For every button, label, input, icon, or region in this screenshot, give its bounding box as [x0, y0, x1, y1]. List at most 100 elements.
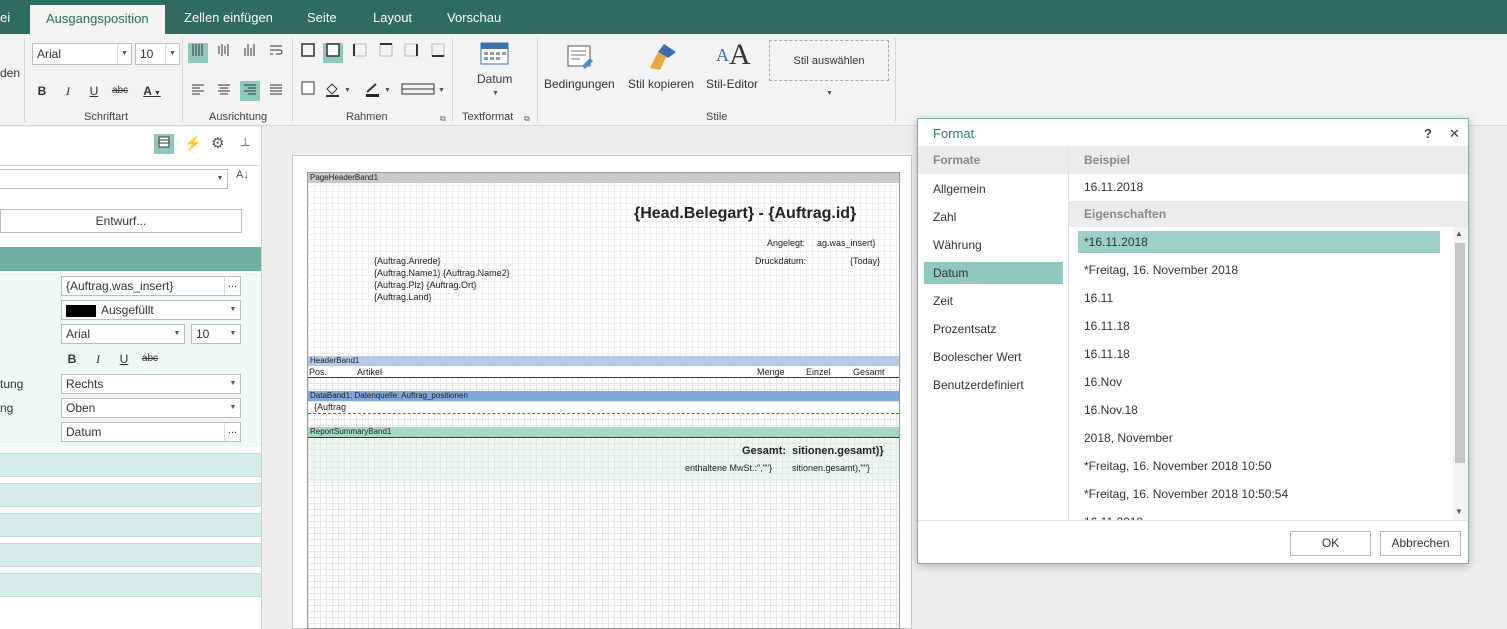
tab-datei[interactable]: ei	[0, 0, 10, 34]
tab-ausgangsposition[interactable]: Ausgangsposition	[30, 5, 165, 34]
v-align-combo[interactable]: Oben ▼	[61, 398, 241, 418]
border-all-icon[interactable]	[298, 43, 318, 63]
chevron-down-icon[interactable]: ▼	[826, 90, 833, 97]
style-editor-icon[interactable]: AA	[716, 40, 751, 70]
report-summary-band[interactable]: ReportSummaryBand1	[308, 427, 899, 437]
summary-vat-label[interactable]: enthaltene MwSt.:",""}	[685, 462, 772, 474]
format-category-zahl[interactable]: Zahl	[924, 206, 1063, 228]
font-size-field[interactable]: 10 ▼	[191, 324, 241, 344]
property-category-bar[interactable]	[0, 513, 261, 537]
strike-toggle[interactable]: abc	[140, 349, 160, 369]
conditions-icon[interactable]	[566, 44, 596, 75]
help-icon[interactable]: ?	[1424, 126, 1432, 141]
date-format-option[interactable]: 16.11.18	[1078, 315, 1440, 337]
bold-toggle[interactable]: B	[62, 349, 82, 369]
align-right-icon[interactable]	[240, 81, 260, 101]
stil-editor-button[interactable]: Stil-Editor	[706, 77, 758, 91]
summary-vat-expression[interactable]: sitionen.gesamt),""}	[792, 462, 870, 474]
ok-button[interactable]: OK	[1290, 531, 1371, 556]
summary-total-label[interactable]: Gesamt:	[742, 445, 786, 457]
font-size-combo[interactable]: 10 ▼	[135, 43, 180, 65]
date-format-option[interactable]: *Freitag, 16. November 2018 10:50	[1078, 455, 1440, 477]
format-category-allgemein[interactable]: Allgemein	[924, 178, 1063, 200]
fill-color-icon[interactable]: ▼	[322, 81, 354, 101]
font-color-button[interactable]: A ▼	[138, 81, 166, 101]
ellipsis-button[interactable]: ...	[224, 277, 240, 295]
strikethrough-button[interactable]: abc	[110, 81, 130, 101]
font-name-field[interactable]: Arial ▼	[61, 324, 185, 344]
format-category-boolescher-wert[interactable]: Boolescher Wert	[924, 346, 1063, 368]
date-format-option[interactable]: 16.Nov.18	[1078, 399, 1440, 421]
border-top-icon[interactable]	[376, 43, 396, 63]
border-bottom-icon[interactable]	[428, 43, 448, 63]
summary-total-expression[interactable]: sitionen.gesamt)}	[792, 445, 884, 457]
pin-icon[interactable]: ⊥	[240, 135, 250, 149]
italic-button[interactable]: I	[58, 81, 78, 101]
border-color-icon[interactable]: ▼	[362, 81, 394, 101]
header-col-pos[interactable]: Pos.	[309, 366, 327, 378]
object-selector-combo[interactable]: ▼	[0, 169, 228, 189]
align-left-icon[interactable]	[188, 81, 208, 101]
textformat-datum-label[interactable]: Datum	[477, 72, 512, 86]
text-wrap-icon[interactable]	[266, 43, 286, 63]
address-line[interactable]: {Auftrag.Anrede}	[374, 255, 441, 267]
angelegt-expression[interactable]: ag.was_insert}	[817, 237, 876, 249]
tab-vorschau[interactable]: Vorschau	[447, 0, 501, 34]
date-format-option[interactable]: 16.11	[1078, 287, 1440, 309]
chevron-down-icon[interactable]: ▼	[1455, 507, 1463, 516]
align-center-icon[interactable]	[214, 81, 234, 101]
stil-kopieren-button[interactable]: Stil kopieren	[628, 77, 694, 91]
border-outer-icon[interactable]	[323, 43, 343, 63]
date-format-option[interactable]: 16.11.18	[1078, 343, 1440, 365]
format-category-waehrung[interactable]: Währung	[924, 234, 1063, 256]
data-band[interactable]: DataBand1; Datenquelle: Auftrag_position…	[308, 391, 899, 401]
align-justify-v-icon[interactable]	[188, 43, 208, 63]
entwurf-button[interactable]: Entwurf...	[0, 209, 242, 233]
gear-icon[interactable]: ⚙	[211, 134, 224, 152]
scrollbar-thumb[interactable]	[1455, 243, 1465, 463]
bedingungen-button[interactable]: Bedingungen	[544, 77, 615, 91]
address-line[interactable]: {Auftrag.Name1} {Auftrag.Name2}	[374, 267, 510, 279]
dialog-launcher-icon[interactable]: ⧉	[440, 114, 446, 124]
h-align-combo[interactable]: Rechts ▼	[61, 374, 241, 394]
underline-toggle[interactable]: U	[114, 349, 134, 369]
angelegt-label[interactable]: Angelegt:	[767, 237, 805, 249]
calendar-icon[interactable]	[480, 40, 510, 69]
header-band[interactable]: HeaderBand1	[308, 356, 899, 366]
shadow-icon[interactable]	[298, 81, 318, 101]
format-field[interactable]: Datum...	[61, 422, 241, 442]
align-center-v-icon[interactable]	[214, 43, 234, 63]
date-format-option[interactable]: 2018, November	[1078, 427, 1440, 449]
property-category-bar[interactable]	[0, 573, 261, 597]
header-col-artikel[interactable]: Artikel	[357, 366, 382, 378]
ellipsis-button[interactable]: ...	[224, 423, 240, 441]
date-format-list[interactable]: *16.11.2018 *Freitag, 16. November 2018 …	[1070, 227, 1450, 520]
format-category-prozentsatz[interactable]: Prozentsatz	[924, 318, 1063, 340]
header-col-gesamt[interactable]: Gesamt	[853, 366, 885, 378]
events-lightning-icon[interactable]: ⚡	[184, 135, 201, 152]
tab-zellen-einfuegen[interactable]: Zellen einfügen	[184, 0, 273, 34]
data-expression[interactable]: {Auftrag	[314, 401, 346, 413]
date-format-option[interactable]: *Freitag, 16. November 2018 10:50:54	[1078, 483, 1440, 505]
address-line[interactable]: {Auftrag.Plz} {Auftrag.Ort}	[374, 279, 477, 291]
category-header-selected[interactable]	[0, 247, 261, 271]
date-format-option[interactable]: 16.11.2018	[1078, 511, 1440, 520]
border-style-icon[interactable]: ▼	[400, 81, 446, 101]
page-header-band[interactable]: PageHeaderBand1	[308, 173, 899, 183]
format-painter-icon[interactable]	[646, 42, 680, 75]
date-format-option[interactable]: 16.Nov	[1078, 371, 1440, 393]
property-category-bar[interactable]	[0, 483, 261, 507]
tab-layout[interactable]: Layout	[373, 0, 412, 34]
property-category-bar[interactable]	[0, 543, 261, 567]
text-expression-field[interactable]: {Auftrag.was_insert}...	[61, 276, 241, 296]
format-category-zeit[interactable]: Zeit	[924, 290, 1063, 312]
chevron-up-icon[interactable]: ▲	[1455, 229, 1463, 238]
date-format-option[interactable]: *16.11.2018	[1078, 231, 1440, 253]
property-category-bar[interactable]	[0, 453, 261, 477]
dialog-launcher-icon[interactable]: ⧉	[524, 114, 530, 124]
italic-toggle[interactable]: I	[88, 349, 108, 369]
font-name-combo[interactable]: Arial ▼	[32, 43, 132, 65]
fill-combo[interactable]: Ausgefüllt ▼	[61, 300, 241, 320]
close-icon[interactable]: ✕	[1449, 126, 1460, 142]
scrollbar[interactable]: ▲ ▼	[1453, 227, 1467, 520]
